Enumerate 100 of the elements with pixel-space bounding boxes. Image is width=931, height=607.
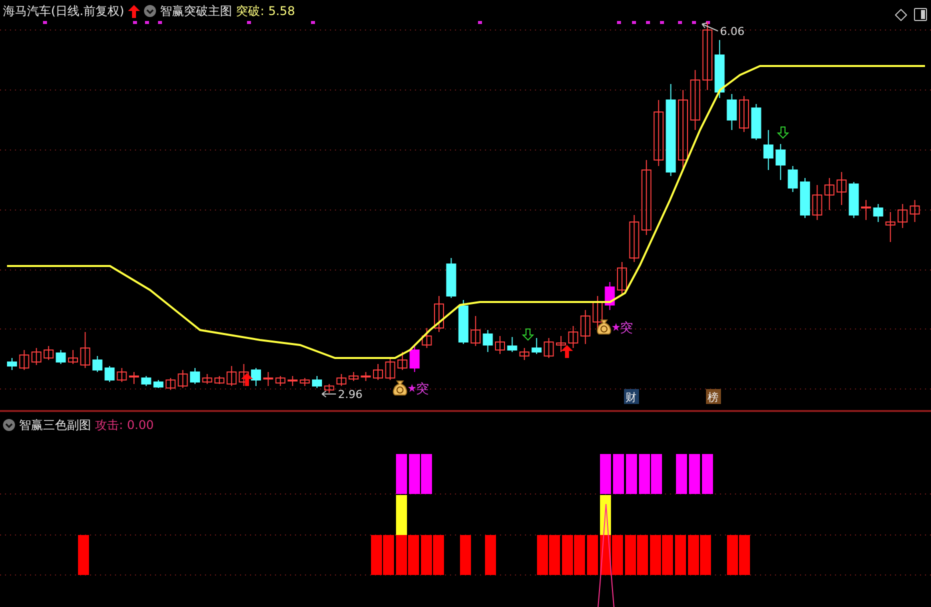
candlestick — [592, 296, 603, 330]
candlestick — [654, 100, 664, 166]
signal-bar — [371, 535, 382, 575]
signal-bar — [421, 535, 432, 575]
diamond-icon[interactable] — [895, 9, 907, 21]
signal-bar — [78, 535, 89, 575]
candlestick — [812, 184, 822, 220]
candlestick — [776, 144, 786, 180]
dropdown-icon[interactable] — [3, 418, 15, 430]
candlestick — [604, 282, 615, 310]
dropdown-icon[interactable] — [144, 5, 156, 17]
star-icon — [612, 323, 620, 331]
low-price-label: 2.96 — [338, 388, 362, 401]
candlestick — [788, 166, 798, 192]
up-arrow-icon — [561, 345, 573, 358]
indicator-reading-label: 攻击: — [95, 416, 124, 432]
candlestick — [848, 182, 859, 218]
candlestick — [263, 372, 274, 386]
candlestick — [702, 22, 712, 90]
down-arrow-icon — [522, 328, 534, 341]
candlestick — [629, 214, 640, 262]
news-badge-label[interactable]: 榜 — [708, 391, 718, 404]
signal-bar — [702, 454, 713, 494]
candlestick — [824, 178, 834, 210]
candlestick — [422, 328, 432, 348]
candlestick — [556, 336, 566, 352]
candlestick — [31, 348, 42, 366]
candlestick — [910, 200, 920, 222]
signal-bar — [421, 454, 432, 494]
signal-bar — [689, 454, 700, 494]
candlestick — [336, 374, 346, 386]
signal-bar — [537, 535, 548, 575]
candlestick — [580, 310, 590, 344]
candlestick — [544, 338, 554, 358]
signal-bar — [409, 454, 420, 494]
candlestick — [507, 336, 518, 352]
candlestick — [714, 40, 725, 98]
candlestick — [739, 96, 749, 132]
indicator-title: 智赢突破主图 — [160, 3, 232, 19]
stock-title: 海马汽车(日线.前复权) — [3, 3, 124, 19]
signal-bar — [587, 535, 598, 575]
signal-bar — [562, 535, 573, 575]
star-icon — [408, 384, 416, 392]
candlestick — [800, 178, 810, 218]
candlestick — [238, 364, 249, 386]
candlestick — [300, 378, 310, 386]
candlestick — [190, 368, 200, 384]
candlestick — [56, 350, 66, 364]
signal-bar — [739, 535, 750, 575]
candlestick — [129, 372, 139, 384]
signal-bar — [650, 535, 661, 575]
news-badge-label[interactable]: 财 — [626, 391, 636, 404]
signal-bar — [700, 535, 711, 575]
candlestick — [763, 130, 774, 170]
candlestick — [373, 364, 383, 380]
signal-bar — [651, 454, 662, 494]
candlestick — [348, 372, 359, 382]
signal-bar — [639, 454, 650, 494]
signal-bar — [433, 535, 444, 575]
candlestick — [226, 366, 237, 386]
breakout-signal-label: 突 — [620, 321, 633, 336]
candlestick — [312, 376, 322, 388]
signal-bar — [675, 535, 686, 575]
candlestick — [861, 200, 871, 220]
signal-bar — [396, 495, 407, 535]
up-arrow-icon — [128, 4, 140, 18]
leader-line — [322, 390, 336, 398]
candlestick — [275, 376, 286, 386]
candlestick — [153, 380, 164, 388]
signal-bar — [637, 535, 648, 575]
candlestick — [568, 326, 578, 348]
candlestick — [898, 204, 908, 228]
signal-bar — [688, 535, 699, 575]
signal-bar — [383, 535, 394, 575]
down-arrow-icon — [776, 126, 790, 139]
candlestick — [410, 346, 420, 372]
signal-bar — [485, 535, 496, 575]
panel-toggle-icon[interactable] — [914, 8, 927, 21]
candlestick — [141, 376, 152, 386]
candlestick — [458, 300, 468, 344]
candlestick — [44, 346, 54, 360]
candlestick — [116, 368, 127, 382]
candlestick — [251, 368, 261, 386]
signal-bar — [626, 454, 637, 494]
candlestick — [495, 336, 505, 354]
signal-bar — [396, 454, 407, 494]
money-bag-icon — [596, 320, 612, 334]
candlestick — [202, 374, 212, 384]
candlestick — [19, 350, 30, 370]
candlestick — [324, 384, 334, 394]
candlestick — [532, 338, 542, 354]
candlestick — [885, 212, 896, 242]
candlestick — [470, 316, 481, 346]
candlestick — [7, 358, 17, 370]
candlestick — [690, 70, 700, 130]
candlestick — [360, 372, 371, 382]
up-arrow-icon — [241, 373, 253, 386]
candlestick — [178, 370, 188, 388]
signal-bar — [613, 454, 624, 494]
high-price-label: 6.06 — [720, 25, 744, 38]
